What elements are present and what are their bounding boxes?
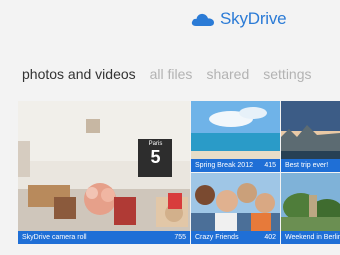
best-trip-title: Best trip ever! [285,162,329,169]
weekend-berlin-title: Weekend in Berlin [285,234,340,241]
brand-name: SkyDrive [220,9,287,28]
skydrive-logo: SkyDrive [190,9,287,29]
spring-break-tile[interactable]: Spring Break 2012 415 [191,101,280,172]
crazy-friends-count: 402 [264,234,276,241]
weekend-berlin-tile[interactable]: Weekend in Berlin [281,173,340,244]
crazy-friends-caption: Crazy Friends 402 [191,231,280,244]
best-trip-caption: Best trip ever! [281,159,340,172]
crazy-friends-title: Crazy Friends [195,234,239,241]
cloud-icon [191,13,214,26]
camera-roll-title: SkyDrive camera roll [22,234,87,241]
clock-digit: 5 [150,147,161,167]
tab-all-files[interactable]: all files [150,66,193,82]
spring-break-caption: Spring Break 2012 415 [191,159,280,172]
navigation-tabs: photos and videos all files shared setti… [22,66,312,82]
camera-roll-count: 755 [174,234,186,241]
tab-shared[interactable]: shared [206,66,249,82]
crazy-friends-tile[interactable]: Crazy Friends 402 [191,173,280,244]
clock-prop: Paris 5 [139,139,172,177]
camera-roll-tile[interactable]: Paris 5 SkyDrive camera roll 755 [18,101,190,244]
tab-photos-and-videos[interactable]: photos and videos [22,66,136,82]
spring-break-count: 415 [264,162,276,169]
spring-break-title: Spring Break 2012 [195,162,253,169]
best-trip-tile[interactable]: Best trip ever! [281,101,340,172]
tab-settings[interactable]: settings [263,66,311,82]
camera-roll-caption: SkyDrive camera roll 755 [18,231,190,244]
weekend-berlin-caption: Weekend in Berlin [281,231,340,244]
